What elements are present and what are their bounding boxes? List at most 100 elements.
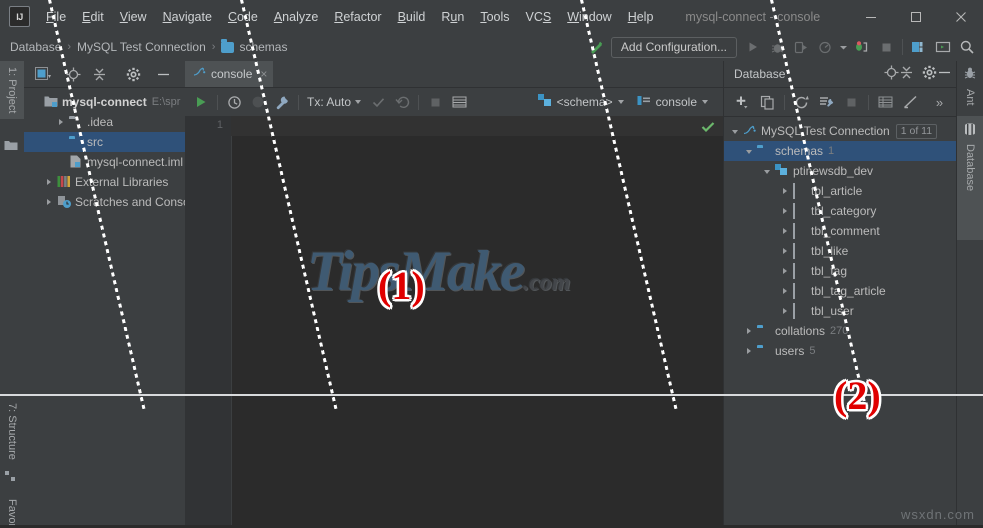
chevron-right-icon[interactable] (780, 186, 791, 197)
attach-debugger-icon[interactable] (850, 35, 874, 59)
menu-tools[interactable]: Tools (472, 7, 517, 27)
table-editor-icon[interactable] (873, 90, 898, 114)
code-editor[interactable]: 1 (185, 116, 723, 528)
chevron-right-icon[interactable] (780, 286, 791, 297)
chevron-right-icon[interactable] (744, 346, 755, 357)
chevron-right-icon[interactable] (44, 197, 55, 208)
menu-edit[interactable]: Edit (74, 7, 112, 27)
chevron-down-icon[interactable] (730, 126, 741, 137)
chevron-right-icon[interactable] (780, 206, 791, 217)
chevron-down-icon[interactable] (762, 166, 773, 177)
db-tree-label: users (775, 344, 805, 358)
tool-window-structure[interactable]: 7: Structure (0, 397, 24, 466)
db-tree-item-tbl-comment[interactable]: tbl_comment (724, 221, 958, 241)
tree-item-idea[interactable]: .idea (24, 112, 185, 132)
db-tree-item-tbl-article[interactable]: tbl_article (724, 181, 958, 201)
more-icon[interactable]: » (927, 90, 952, 114)
maximize-button[interactable] (893, 0, 938, 33)
chevron-down-icon (355, 99, 362, 106)
sync-wrench-icon[interactable] (814, 90, 839, 114)
chevron-right-icon[interactable] (780, 226, 791, 237)
menu-file[interactable]: File (38, 7, 74, 27)
chevron-right-icon[interactable] (780, 266, 791, 277)
menu-code[interactable]: Code (220, 7, 266, 27)
add-icon[interactable] (730, 90, 755, 114)
refresh-icon[interactable] (789, 90, 814, 114)
minimize-button[interactable] (848, 0, 893, 33)
tree-item-iml-file[interactable]: mysql-connect.iml (24, 152, 185, 172)
schema-selector[interactable]: <schema> (532, 94, 631, 110)
breadcrumb-item-database[interactable]: Database (10, 40, 61, 54)
menu-refactor[interactable]: Refactor (326, 7, 389, 27)
db-tree-item-tbl-user[interactable]: tbl_user (724, 301, 958, 321)
locate-icon[interactable] (884, 65, 899, 83)
menu-help[interactable]: Help (620, 7, 662, 27)
ant-icon (963, 67, 977, 83)
tree-label: mysql-connect.iml (87, 155, 184, 169)
settings-gear-icon[interactable] (122, 63, 144, 85)
breadcrumb-separator-icon: › (211, 41, 216, 53)
tx-mode-selector[interactable]: Tx: Auto (303, 95, 366, 109)
window-title: mysql-connect - console (685, 9, 821, 24)
collapse-all-icon[interactable] (88, 63, 110, 85)
tree-item-scratches-and-consoles[interactable]: Scratches and Consoles (24, 192, 205, 212)
chevron-right-icon[interactable] (780, 246, 791, 257)
breadcrumb-item-schemas[interactable]: schemas (239, 40, 287, 54)
wrench-icon[interactable] (270, 90, 294, 114)
terminal-icon[interactable] (931, 35, 955, 59)
hide-panel-icon[interactable] (152, 63, 174, 85)
db-tree-item-schemas[interactable]: schemas 1 (724, 141, 958, 161)
tree-item-src[interactable]: src (24, 132, 185, 152)
db-tree-item-users[interactable]: users 5 (724, 341, 958, 361)
tool-window-ant[interactable]: Ant (957, 83, 983, 112)
search-everywhere-icon[interactable] (955, 35, 979, 59)
edit-icon[interactable] (898, 90, 923, 114)
folder-icon (757, 324, 771, 338)
duplicate-icon[interactable] (755, 90, 780, 114)
menu-view[interactable]: View (112, 7, 155, 27)
db-tree-item-tbl-tag-article[interactable]: tbl_tag_article (724, 281, 958, 301)
close-icon[interactable]: × (260, 67, 267, 81)
chevron-down-icon[interactable] (837, 35, 850, 59)
chevron-right-icon[interactable] (744, 326, 755, 337)
menu-navigate[interactable]: Navigate (155, 7, 220, 27)
settings-gear-icon[interactable] (922, 65, 937, 83)
chevron-right-icon[interactable] (56, 117, 67, 128)
tx-mode-label: Tx: Auto (307, 95, 352, 109)
stop-gray-icon (246, 90, 270, 114)
close-button[interactable] (938, 0, 983, 33)
tab-console[interactable]: console × (185, 61, 274, 87)
db-tree-item-connection[interactable]: MySQL Test Connection 1 of 11 (724, 121, 958, 141)
collapse-all-icon[interactable] (899, 65, 914, 83)
tree-item-external-libraries[interactable]: External Libraries (24, 172, 185, 192)
chevron-right-icon[interactable] (780, 306, 791, 317)
breadcrumb-item-connection[interactable]: MySQL Test Connection (77, 40, 206, 54)
menu-window[interactable]: Window (559, 7, 619, 27)
db-tree-item-tbl-like[interactable]: tbl_like (724, 241, 958, 261)
menu-analyze[interactable]: Analyze (266, 7, 326, 27)
locate-icon[interactable] (62, 63, 84, 85)
table-icon[interactable] (447, 90, 471, 114)
menu-build[interactable]: Build (390, 7, 434, 27)
menu-run[interactable]: Run (433, 7, 472, 27)
chevron-right-icon[interactable] (44, 177, 55, 188)
chevron-down-icon[interactable] (744, 146, 755, 157)
tool-window-favorites[interactable]: Favorites (0, 493, 24, 528)
tree-item-mysql-connect[interactable]: mysql-connect E:\spr (24, 92, 185, 112)
add-configuration-button[interactable]: Add Configuration... (610, 36, 737, 58)
project-view-selector-icon[interactable]: ▾ (32, 63, 54, 85)
tool-window-database-label: Database (964, 144, 976, 192)
console-selector[interactable]: console (631, 94, 715, 110)
tool-window-project[interactable]: 1: Project (0, 61, 24, 120)
db-tree-item-collations[interactable]: collations 270 (724, 321, 958, 341)
history-icon[interactable] (222, 90, 246, 114)
db-tree-item-tbl-category[interactable]: tbl_category (724, 201, 958, 221)
db-tree-item-ptinewsdb-dev[interactable]: ptinewsdb_dev (724, 161, 958, 181)
hide-panel-icon[interactable] (937, 65, 952, 83)
current-line-highlight (231, 116, 723, 136)
db-tree-item-tbl-tag[interactable]: tbl_tag (724, 261, 958, 281)
execute-icon[interactable] (189, 90, 213, 114)
build-icon[interactable] (585, 35, 609, 59)
project-structure-icon[interactable] (907, 35, 931, 59)
menu-vcs[interactable]: VCS (518, 7, 560, 27)
